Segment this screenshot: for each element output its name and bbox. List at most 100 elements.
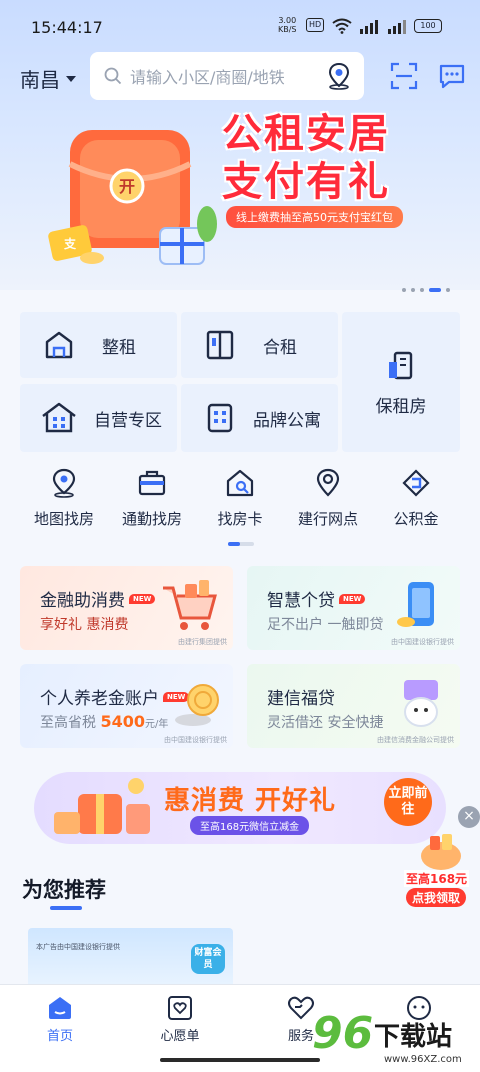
ad-text: 本广告由中国建设银行提供 [36,943,120,951]
hd-icon: HD [306,18,325,32]
tab-wishlist[interactable]: 心愿单 [145,995,215,1044]
page-dot [402,288,406,292]
card-subtitle: 足不出户 一触即贷 [267,617,384,633]
location-search-icon[interactable] [326,62,352,90]
quick-nav-fund[interactable]: 公积金 [372,468,460,529]
quick-nav-card[interactable]: 找房卡 [196,468,284,529]
gift-box-illustration: 开 支 [48,130,217,265]
search-icon [104,67,122,85]
house-icon [45,331,73,359]
category-label: 整租 [102,337,136,358]
section-title-underline [50,906,82,910]
page-dot [446,288,450,292]
tab-home[interactable]: 首页 [25,995,95,1044]
banner-subtitle: 线上缴费抽至高50元支付宝红包 [226,206,403,228]
card-title: 智慧个贷 NEW [267,586,366,611]
briefcase-icon [138,470,166,496]
category-pinpai[interactable]: 品牌公寓 [181,384,338,452]
page-dot [420,288,424,292]
search-input[interactable]: 请输入小区/商圈/地铁 [90,52,364,100]
apartment-icon [207,403,233,433]
category-label: 合租 [263,337,297,358]
promo-go-button[interactable]: 立即前往 [384,778,432,826]
tab-label: 首页 [46,1029,73,1044]
card-title: 个人养老金账户 NEW [40,684,190,709]
card-title-text: 金融助消费 [40,591,125,611]
category-baozufang[interactable]: 保租房 [342,312,460,452]
banner-title: 公租安居 支付有礼 [222,110,390,206]
quick-nav-commute[interactable]: 通勤找房 [108,468,196,529]
net-rate-unit: KB/S [278,25,297,34]
floating-line1: 至高168元 [404,870,470,887]
card-subtitle: 至高省税 5400元/年 [40,712,168,732]
promo-subtitle: 至高168元微信立减金 [190,816,310,835]
category-zhengzu[interactable]: 整租 [20,312,177,378]
tab-label: 心愿单 [160,1029,200,1044]
house-search-icon [226,469,254,497]
home-icon [49,997,71,1019]
quick-nav-label: 通勤找房 [121,510,182,528]
watermark-text: 下载站 [374,1022,453,1052]
search-placeholder: 请输入小区/商圈/地铁 [130,68,285,87]
gift-boxes-illustration [54,778,150,834]
door-icon [206,330,234,360]
category-ziying[interactable]: 自营专区 [20,384,177,452]
floating-reward[interactable]: 至高168元 点我领取 [402,830,480,910]
card-subtitle-amount: 5400 [100,712,145,731]
reward-bowl-icon [421,834,461,870]
card-provider-note: 由中国建设银行提供 [391,638,454,646]
card-title-text: 智慧个贷 [267,591,335,611]
card-subtitle: 享好礼 惠消费 [40,617,129,633]
card-provider-note: 由中国建设银行提供 [164,736,227,744]
banner-pagination [402,288,450,292]
quick-nav-label: 建行网点 [297,510,358,528]
net-rate: 3.00 KB/S [278,16,297,34]
quick-nav-label: 找房卡 [217,510,263,528]
card-provider-note: 由建信消费金融公司提供 [377,736,454,744]
city-selector[interactable]: 南昌 [20,64,76,93]
new-badge: NEW [339,593,366,604]
category-label: 保租房 [375,396,427,417]
signal-icon [360,20,378,34]
card-subtitle-prefix: 至高省税 [40,715,96,731]
close-icon[interactable]: × [458,806,480,828]
main-banner[interactable]: 开 支 公租安居 支付有礼 线上缴费抽至高50元支付宝红包 [0,100,480,280]
card-smart-loan[interactable]: 智慧个贷 NEW 足不出户 一触即贷 由中国建设银行提供 [247,566,460,650]
promo-title: 惠消费 开好礼 [164,786,337,816]
banner-title-line1: 公租安居 [222,111,390,157]
card-char: 支 [63,236,77,251]
card-subtitle: 灵活借还 安全快捷 [267,715,384,731]
quick-nav-map[interactable]: 地图找房 [20,468,108,529]
location-icon [316,468,340,497]
card-title-text: 个人养老金账户 [40,689,159,709]
message-icon[interactable] [438,62,466,90]
shopping-cart-icon [163,580,217,630]
net-rate-value: 3.00 [278,16,297,25]
card-subtitle-unit: 元/年 [144,719,169,730]
map-pin-icon [52,468,76,498]
quick-nav-branch[interactable]: 建行网点 [284,468,372,529]
mascot-icon [404,680,438,727]
home-indicator [160,1058,320,1062]
quick-nav-label: 地图找房 [33,510,94,528]
promo-banner[interactable]: 惠消费 开好礼 至高168元微信立减金 立即前往 [34,772,446,844]
chevron-down-icon [66,75,76,82]
coin-char: 开 [119,177,135,196]
category-hezu[interactable]: 合租 [181,312,338,378]
status-time: 15:44:17 [31,18,103,37]
home-store-icon [42,402,76,433]
scan-icon[interactable] [390,62,418,90]
card-title-text: 建信福贷 [267,689,335,709]
quick-nav-label: 公积金 [393,510,439,528]
recommend-ad-card[interactable]: 本广告由中国建设银行提供 财富会员 [28,928,233,988]
card-pension-account[interactable]: 个人养老金账户 NEW 至高省税 5400元/年 由中国建设银行提供 [20,664,233,748]
page-dot-active [429,288,441,292]
watermark-url: www.96XZ.com [384,1054,462,1065]
banner-title-line2: 支付有礼 [222,159,390,205]
building-icon [389,351,413,379]
city-label: 南昌 [20,68,60,92]
phone-coin-icon [397,582,434,627]
card-finance-consume[interactable]: 金融助消费 NEW 享好礼 惠消费 由建行集团提供 [20,566,233,650]
card-jianxin-loan[interactable]: 建信福贷 灵活借还 安全快捷 由建信消费金融公司提供 [247,664,460,748]
battery-icon: 100 [414,19,442,33]
